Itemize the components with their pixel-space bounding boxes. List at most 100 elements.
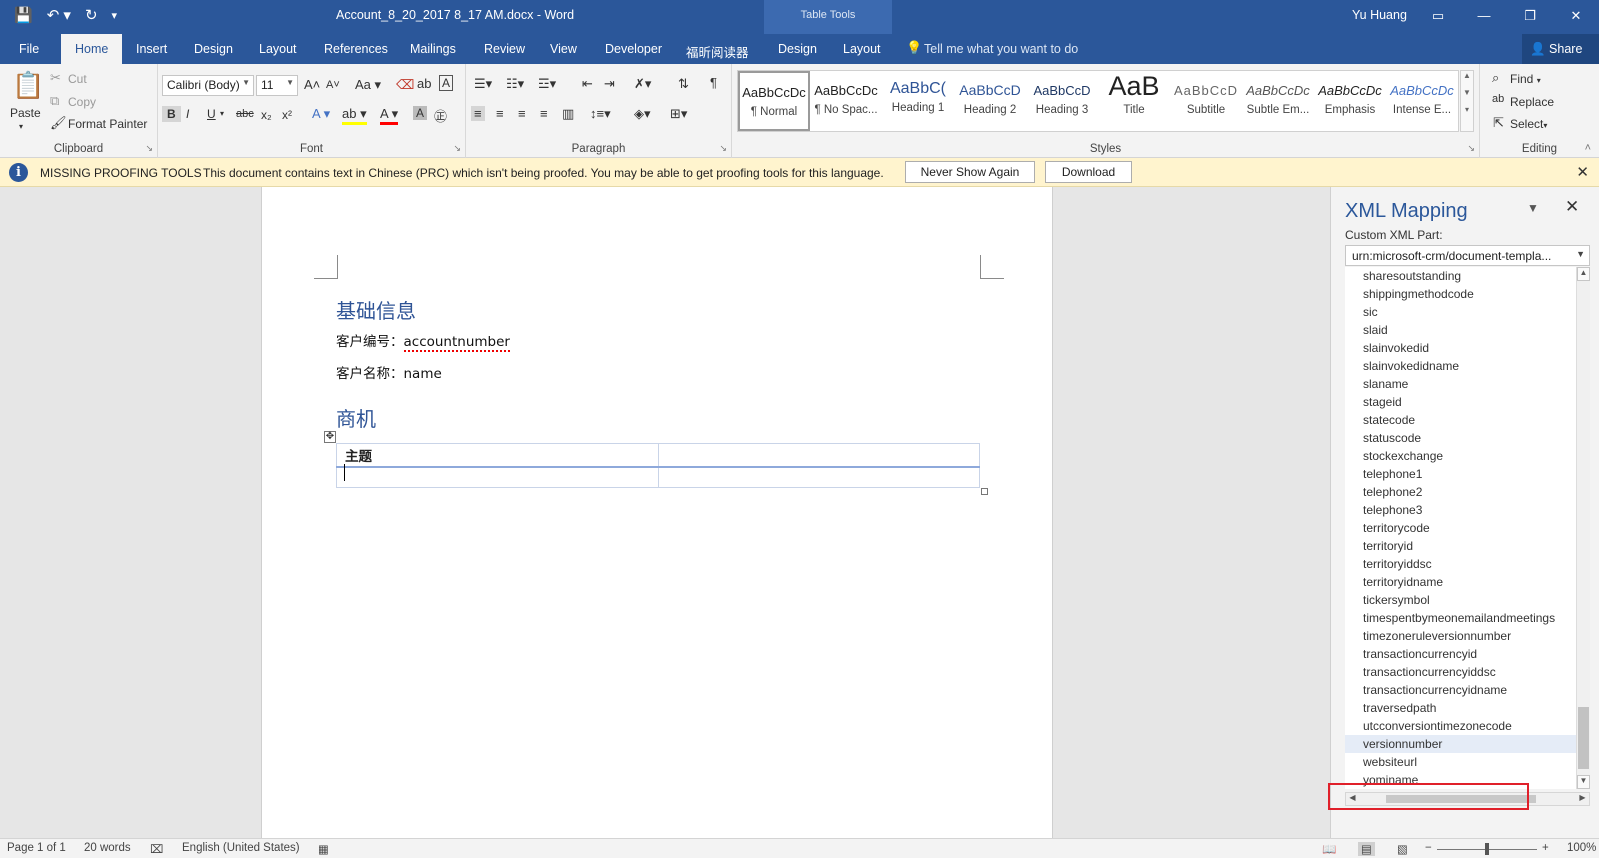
paste-dropdown-icon[interactable]: ▾ [19, 122, 23, 131]
account-name-field[interactable]: name [404, 366, 442, 382]
highlight-color-icon[interactable]: ab ▾ [342, 106, 367, 125]
borders-icon[interactable]: ⊞▾ [670, 106, 687, 122]
tree-item[interactable]: territoryid [1345, 537, 1576, 555]
multilevel-list-icon[interactable]: ☲▾ [538, 76, 556, 92]
user-name[interactable]: Yu Huang [1352, 8, 1407, 22]
tree-item[interactable]: statuscode [1345, 429, 1576, 447]
italic-button[interactable]: I [186, 107, 189, 121]
zoom-slider-thumb[interactable] [1485, 843, 1489, 855]
zoom-level[interactable]: 100% [1567, 842, 1596, 854]
print-layout-icon[interactable]: ▤ [1358, 842, 1375, 856]
download-button[interactable]: Download [1045, 161, 1132, 183]
document-page[interactable]: 基础信息 客户编号：accountnumber 客户名称：name 商机 ✥ 主… [261, 187, 1053, 838]
table-cell[interactable] [336, 466, 659, 488]
never-show-again-button[interactable]: Never Show Again [905, 161, 1035, 183]
scroll-down-icon[interactable]: ▼ [1577, 775, 1590, 789]
proofing-icon[interactable]: ⌧ [150, 842, 163, 856]
font-size-select[interactable]: 11 ▼ [256, 75, 298, 96]
cut-button[interactable]: Cut [68, 72, 87, 86]
tree-item[interactable]: websiteurl [1345, 753, 1576, 771]
underline-dropdown-icon[interactable]: ▾ [220, 109, 224, 118]
customize-qat-icon[interactable]: ▾ [112, 6, 118, 26]
style-subtle-emphasis[interactable]: AaBbCcDc Subtle Em... [1242, 71, 1314, 131]
phonetic-guide-icon[interactable]: ab [417, 76, 431, 91]
character-border-icon[interactable]: A [439, 75, 454, 91]
underline-button[interactable]: U [207, 107, 216, 121]
tree-item[interactable]: slaid [1345, 321, 1576, 339]
character-shading-icon[interactable]: A [413, 106, 428, 120]
close-icon[interactable]: ✕ [1576, 163, 1589, 181]
font-color-icon[interactable]: A ▾ [380, 106, 399, 125]
tree-item[interactable]: territorycode [1345, 519, 1576, 537]
heading-opportunity[interactable]: 商机 [336, 403, 376, 432]
increase-indent-icon[interactable]: ⇥ [604, 76, 615, 92]
tab-foxit-reader[interactable]: 福昕阅读器 [686, 42, 749, 61]
change-case-button[interactable]: Aa ▾ [355, 77, 381, 93]
tree-item[interactable]: telephone3 [1345, 501, 1576, 519]
tab-developer[interactable]: Developer [605, 42, 662, 56]
text-effects-icon[interactable]: A ▾ [312, 106, 330, 122]
line-spacing-icon[interactable]: ↕≡▾ [590, 106, 611, 122]
tree-item[interactable]: transactioncurrencyiddsc [1345, 663, 1576, 681]
tree-item[interactable]: sharesoutstanding [1345, 267, 1576, 285]
style-intense-emphasis[interactable]: AaBbCcDc Intense E... [1386, 71, 1458, 131]
account-name-line[interactable]: 客户名称：name [336, 362, 442, 382]
tab-file[interactable]: File [19, 42, 39, 56]
tree-item[interactable]: transactioncurrencyid [1345, 645, 1576, 663]
collapse-ribbon-icon[interactable]: ˄ [1585, 142, 1591, 154]
share-button[interactable]: 👤 Share [1522, 34, 1599, 64]
close-icon[interactable]: ✕ [1565, 197, 1579, 217]
tree-item[interactable]: traversedpath [1345, 699, 1576, 717]
tree-item[interactable]: tickersymbol [1345, 591, 1576, 609]
subscript-button[interactable]: x₂ [261, 108, 272, 122]
shrink-font-icon[interactable]: A˅ [326, 79, 340, 91]
tree-item[interactable]: territoryiddsc [1345, 555, 1576, 573]
tree-item[interactable]: telephone1 [1345, 465, 1576, 483]
tree-item[interactable]: slaname [1345, 375, 1576, 393]
tab-table-layout[interactable]: Layout [843, 42, 881, 56]
asian-layout-icon[interactable]: ✗▾ [634, 76, 651, 92]
shading-icon[interactable]: ◈▾ [634, 106, 651, 122]
tree-item-highlighted[interactable]: versionnumber [1345, 735, 1576, 753]
account-number-line[interactable]: 客户编号：accountnumber [336, 330, 510, 352]
chevron-up-icon[interactable]: ▲ [1461, 71, 1473, 80]
heading-basic-info[interactable]: 基础信息 [336, 295, 416, 324]
language-status[interactable]: English (United States) [182, 842, 300, 854]
macro-record-icon[interactable]: ▦ [318, 842, 329, 856]
clipboard-launcher-icon[interactable]: ↘ [145, 143, 153, 154]
tree-item[interactable]: timezoneruleversionnumber [1345, 627, 1576, 645]
word-count[interactable]: 20 words [84, 842, 131, 854]
tree-item[interactable]: yominame [1345, 771, 1576, 789]
clear-formatting-icon[interactable]: ⌫ [396, 77, 414, 93]
vertical-scrollbar[interactable]: ▲ ▼ [1576, 267, 1590, 789]
font-family-select[interactable]: Calibri (Body) ▼ [162, 75, 254, 96]
minimize-icon[interactable]: — [1461, 0, 1507, 32]
read-mode-icon[interactable]: 📖 [1322, 842, 1336, 856]
style-title[interactable]: AaB Title [1098, 71, 1170, 131]
web-layout-icon[interactable]: ▧ [1397, 842, 1408, 856]
replace-button[interactable]: Replace [1510, 95, 1554, 109]
distributed-icon[interactable]: ▥ [562, 106, 574, 122]
tab-home[interactable]: Home [61, 34, 123, 64]
tab-references[interactable]: References [324, 42, 388, 56]
paste-button[interactable]: Paste [10, 106, 41, 120]
style-no-spacing[interactable]: AaBbCcDc ¶ No Spac... [810, 71, 882, 131]
tree-item[interactable]: stockexchange [1345, 447, 1576, 465]
tell-me-input[interactable]: Tell me what you want to do [924, 42, 1078, 56]
horizontal-scrollbar[interactable]: ◀ ▶ [1345, 792, 1590, 806]
custom-xml-part-select[interactable]: urn:microsoft-crm/document-templa... ▼ [1345, 245, 1590, 266]
style-emphasis[interactable]: AaBbCcDc Emphasis [1314, 71, 1386, 131]
tab-mailings[interactable]: Mailings [410, 42, 456, 56]
zoom-in-icon[interactable]: + [1542, 842, 1549, 854]
table-resize-handle[interactable] [981, 488, 988, 495]
tab-table-design[interactable]: Design [778, 42, 817, 56]
undo-icon[interactable]: ↶ ▾ [47, 6, 71, 26]
more-styles-icon[interactable]: ▾ [1461, 105, 1473, 114]
superscript-button[interactable]: x² [282, 108, 292, 122]
tree-item[interactable]: statecode [1345, 411, 1576, 429]
tab-design[interactable]: Design [194, 42, 233, 56]
chevron-down-icon[interactable]: ▼ [1461, 88, 1473, 97]
tab-layout[interactable]: Layout [259, 42, 297, 56]
tab-view[interactable]: View [550, 42, 577, 56]
table-move-handle-icon[interactable]: ✥ [324, 431, 336, 443]
